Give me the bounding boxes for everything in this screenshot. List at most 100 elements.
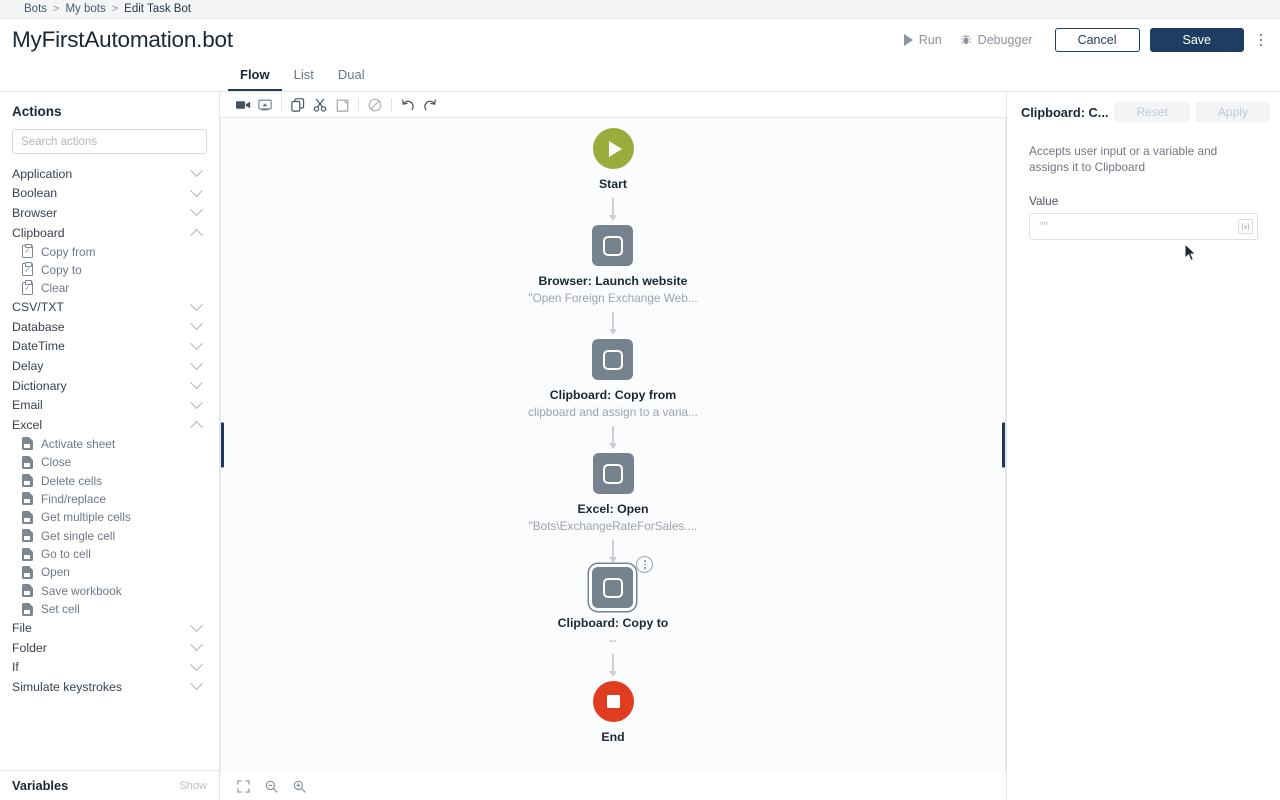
action-label: Get single cell (41, 529, 115, 543)
sidebar-group-delay[interactable]: Delay (0, 356, 219, 376)
action-node-box[interactable] (592, 225, 633, 266)
sidebar-action-copy-from[interactable]: Copy from (0, 242, 219, 260)
node-label: Clipboard: Copy from (550, 388, 676, 402)
left-panel-resize-handle[interactable] (220, 423, 224, 468)
bug-icon (960, 34, 972, 46)
tab-flow[interactable]: Flow (228, 67, 282, 91)
tab-list[interactable]: List (282, 67, 326, 91)
node-label: End (601, 730, 624, 744)
value-input-wrapper[interactable]: ”” {x} (1029, 213, 1258, 240)
zoom-in-icon[interactable] (288, 776, 310, 796)
more-options-icon[interactable] (1254, 28, 1268, 52)
sidebar-action-set-cell[interactable]: Set cell (0, 600, 219, 618)
actions-list[interactable]: Application Boolean Browser Clipboard (0, 164, 219, 770)
sidebar-action-close[interactable]: Close (0, 453, 219, 471)
cancel-button[interactable]: Cancel (1055, 28, 1140, 52)
chevron-down-icon (190, 658, 203, 671)
undo-icon[interactable] (397, 95, 419, 115)
flow-connector (612, 654, 613, 676)
redo-icon[interactable] (419, 95, 441, 115)
chevron-down-icon (190, 165, 203, 178)
action-node-box[interactable] (592, 339, 633, 380)
action-label: Close (41, 455, 71, 469)
sidebar-group-clipboard[interactable]: Clipboard (0, 223, 219, 243)
flow-node-start[interactable]: Start (593, 128, 634, 191)
tab-dual[interactable]: Dual (326, 67, 377, 91)
start-node-circle[interactable] (593, 128, 634, 169)
sidebar-group-dictionary[interactable]: Dictionary (0, 376, 219, 396)
sidebar-action-open[interactable]: Open (0, 563, 219, 581)
sidebar-group-database[interactable]: Database (0, 317, 219, 337)
sidebar-action-save-workbook[interactable]: Save workbook (0, 582, 219, 600)
sidebar-group-browser[interactable]: Browser (0, 203, 219, 223)
sidebar-group-email[interactable]: Email (0, 395, 219, 415)
variables-show-link[interactable]: Show (179, 780, 207, 792)
sidebar-group-csv-txt[interactable]: CSV/TXT (0, 298, 219, 318)
flow-node-end[interactable]: End (593, 681, 634, 744)
disable-icon[interactable] (364, 95, 386, 115)
breadcrumb-item-bots[interactable]: Bots (24, 3, 47, 15)
page-title: MyFirstAutomation.bot (12, 27, 233, 53)
document-icon (22, 511, 33, 524)
node-subtitle: "Bots\ExchangeRateForSales.... (529, 519, 698, 533)
flow-node-browser-launch-website[interactable]: Browser: Launch website "Open Foreign Ex… (528, 225, 697, 305)
node-subtitle: "Open Foreign Exchange Web... (528, 291, 697, 305)
sidebar-group-application[interactable]: Application (0, 164, 219, 184)
sidebar-action-delete-cells[interactable]: Delete cells (0, 471, 219, 489)
breadcrumb-item-edit-task-bot: Edit Task Bot (124, 3, 191, 15)
sidebar-action-activate-sheet[interactable]: Activate sheet (0, 435, 219, 453)
node-subtitle: clipboard and assign to a varia... (528, 405, 698, 419)
chevron-up-icon (190, 421, 203, 434)
run-button[interactable]: Run (896, 29, 950, 51)
save-button[interactable]: Save (1150, 28, 1245, 52)
screen-icon[interactable] (254, 95, 276, 115)
action-label: Find/replace (41, 492, 106, 506)
flow-node-clipboard-copy-to[interactable]: Clipboard: Copy to -- (558, 567, 669, 647)
sidebar-action-get-single-cell[interactable]: Get single cell (0, 527, 219, 545)
flow-node-excel-open[interactable]: Excel: Open "Bots\ExchangeRateForSales..… (529, 453, 698, 533)
chevron-down-icon (190, 678, 203, 691)
zoom-out-icon[interactable] (260, 776, 282, 796)
sidebar-action-get-multiple-cells[interactable]: Get multiple cells (0, 508, 219, 526)
cut-icon[interactable] (309, 95, 331, 115)
sidebar-group-if[interactable]: If (0, 658, 219, 678)
variables-title: Variables (12, 778, 68, 793)
copy-icon[interactable] (287, 95, 309, 115)
sidebar-group-datetime[interactable]: DateTime (0, 337, 219, 357)
sidebar-group-file[interactable]: File (0, 618, 219, 638)
sidebar-group-excel[interactable]: Excel (0, 415, 219, 435)
search-input[interactable] (12, 129, 207, 154)
flow-canvas[interactable]: Start Browser: Launch website "Open Fore… (220, 117, 1006, 772)
apply-button[interactable]: Apply (1196, 102, 1270, 122)
document-icon (22, 529, 33, 542)
chevron-down-icon (190, 639, 203, 652)
group-label: Database (12, 320, 65, 334)
breadcrumb-item-my-bots[interactable]: My bots (65, 3, 105, 15)
debugger-button[interactable]: Debugger (952, 29, 1041, 51)
insert-variable-icon[interactable]: {x} (1238, 219, 1253, 234)
chevron-down-icon (190, 396, 203, 409)
group-label: Folder (12, 641, 47, 655)
end-node-circle[interactable] (593, 681, 634, 722)
flow-connector (612, 540, 613, 562)
node-more-options-icon[interactable] (636, 556, 653, 573)
fit-to-screen-icon[interactable] (232, 776, 254, 796)
properties-title: Clipboard: C... (1021, 105, 1108, 120)
reset-button[interactable]: Reset (1114, 102, 1189, 122)
sidebar-action-clear[interactable]: Clear (0, 279, 219, 297)
actions-sidebar: Actions Application Boolean Browser (0, 92, 220, 800)
action-label: Delete cells (41, 474, 102, 488)
sidebar-action-copy-to[interactable]: Copy to (0, 261, 219, 279)
sidebar-action-go-to-cell[interactable]: Go to cell (0, 545, 219, 563)
flow-connector (612, 426, 613, 448)
paste-icon[interactable] (331, 95, 353, 115)
sidebar-group-boolean[interactable]: Boolean (0, 184, 219, 204)
sidebar-action-find-replace[interactable]: Find/replace (0, 490, 219, 508)
flow-node-clipboard-copy-from[interactable]: Clipboard: Copy from clipboard and assig… (528, 339, 698, 419)
sidebar-group-simulate-keystrokes[interactable]: Simulate keystrokes (0, 677, 219, 697)
record-icon[interactable] (232, 95, 254, 115)
action-node-box[interactable] (593, 453, 634, 494)
sidebar-group-folder[interactable]: Folder (0, 638, 219, 658)
variables-section[interactable]: Variables Show (0, 770, 219, 800)
action-node-box-selected[interactable] (592, 567, 633, 608)
